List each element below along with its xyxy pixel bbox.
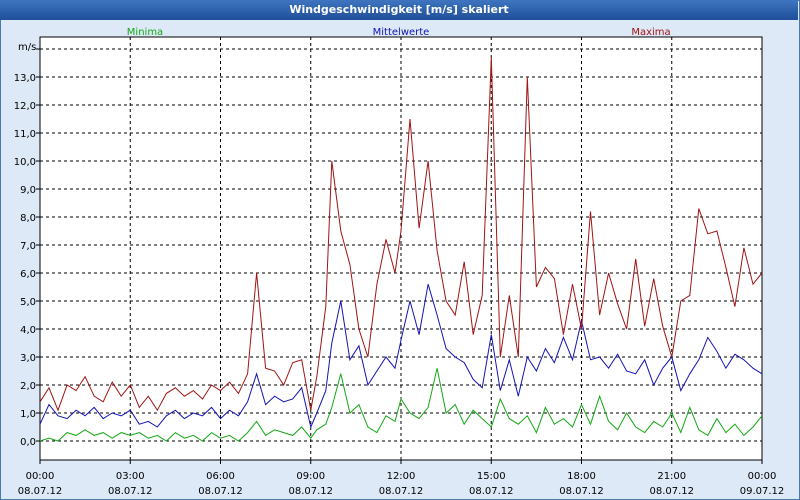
x-tick-date: 08.07.12	[18, 486, 63, 497]
legend-mittelwerte: Mittelwerte	[373, 27, 430, 38]
x-tick-date: 09.07.12	[740, 486, 785, 497]
x-tick-date: 08.07.12	[288, 486, 333, 497]
y-tick-label: 12,0	[14, 101, 36, 112]
legend-minima: Minima	[127, 27, 163, 38]
x-tick-date: 08.07.12	[108, 486, 153, 497]
y-tick-label: 6,0	[20, 269, 36, 280]
y-tick-label: 13,0	[14, 73, 36, 84]
x-tick-date: 08.07.12	[649, 486, 694, 497]
x-tick-date: 08.07.12	[198, 486, 243, 497]
x-tick-time: 12:00	[387, 471, 416, 482]
y-tick-label: 8,0	[20, 213, 36, 224]
x-tick-time: 09:00	[296, 471, 325, 482]
x-tick-time: 18:00	[567, 471, 596, 482]
x-tick-time: 00:00	[26, 471, 55, 482]
y-tick-label: 10,0	[14, 157, 36, 168]
wind-speed-chart: 0,0 1,0 2,0 3,0 4,0 5,0 6,0 7,0 8,0 9,0 10,0 11,0 12…	[14, 27, 785, 497]
x-axis: 00:00 08.07.12 03:00 08.07.12 06:00 08.07.12 0…	[18, 460, 785, 497]
y-axis: 0,0 1,0 2,0 3,0 4,0 5,0 6,0 7,0 8,0 9,0 10,0 11,0 12…	[14, 48, 40, 448]
x-tick-time: 03:00	[116, 471, 145, 482]
legend-maxima: Maxima	[631, 27, 670, 38]
y-tick-label: 7,0	[20, 241, 36, 252]
x-tick-date: 08.07.12	[469, 486, 514, 497]
x-tick-time: 00:00	[748, 471, 777, 482]
y-tick-label: 3,0	[20, 353, 36, 364]
x-tick-time: 15:00	[477, 471, 506, 482]
y-axis-label: m/s	[18, 42, 36, 53]
y-tick-label: 9,0	[20, 185, 36, 196]
x-tick-time: 21:00	[657, 471, 686, 482]
x-tick-time: 06:00	[206, 471, 235, 482]
y-tick-label: 4,0	[20, 325, 36, 336]
y-tick-label: 2,0	[20, 381, 36, 392]
y-tick-label: 5,0	[20, 297, 36, 308]
x-tick-date: 08.07.12	[559, 486, 604, 497]
y-tick-label: 11,0	[14, 129, 36, 140]
x-tick-date: 08.07.12	[379, 486, 424, 497]
y-tick-label: 0,0	[20, 437, 36, 448]
y-tick-label: 1,0	[20, 409, 36, 420]
